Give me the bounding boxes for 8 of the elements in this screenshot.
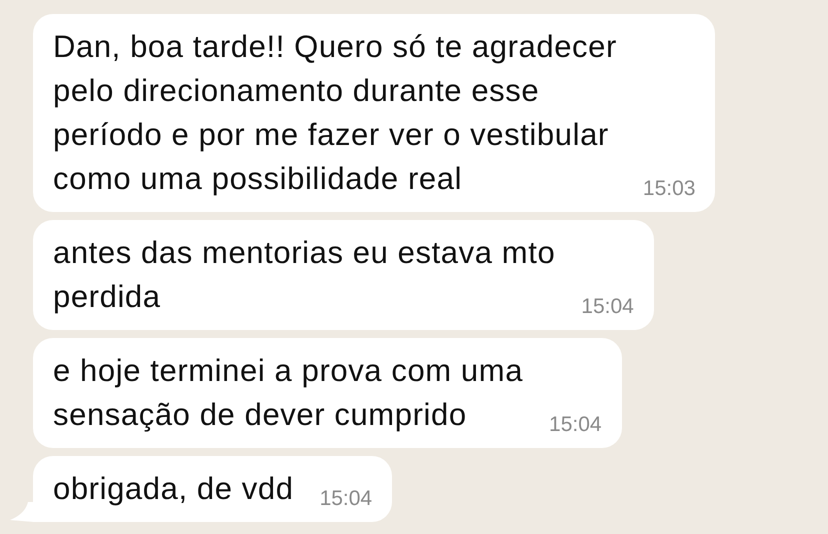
message-time: 15:04 [549,413,602,437]
message-time: 15:03 [642,177,696,201]
message-text: e hoje terminei a prova com uma sensação de dever cumprido [53,352,524,434]
message-text: antes das mentorias eu estava mto perdida [53,234,556,316]
message-text: obrigada, de vdd [53,470,294,508]
message-text: Dan, boa tarde!! Quero só te agradecer pelo direcionamento durante esse período e por me fazer ver o vestibular como uma possibilidade real [53,28,617,198]
message-time: 15:04 [320,487,372,511]
message-time: 15:04 [581,295,634,319]
